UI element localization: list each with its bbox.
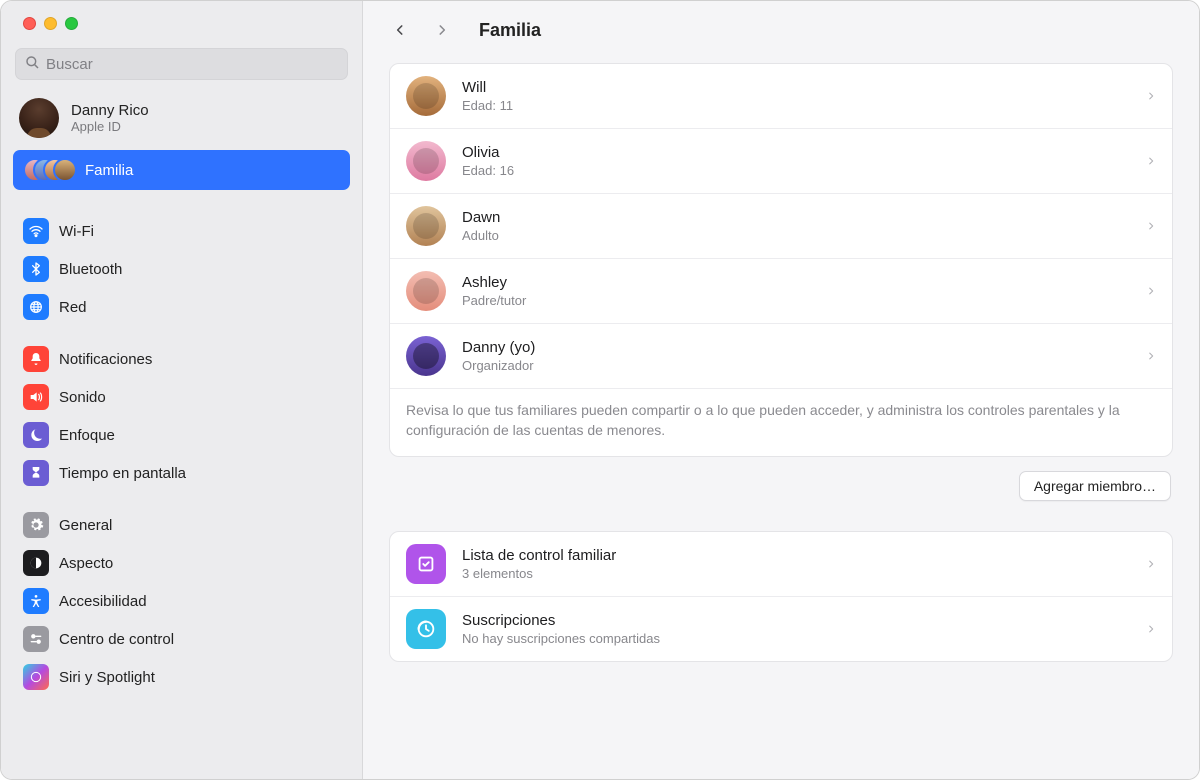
sidebar-item-label: Familia	[85, 162, 133, 179]
member-row-ashley[interactable]: Ashley Padre/tutor	[390, 258, 1172, 323]
sidebar-item-familia[interactable]: Familia	[13, 150, 350, 190]
sidebar-item-centro-control[interactable]: Centro de control	[13, 620, 350, 658]
main-content: Familia Will Edad: 11 Olivia Ed	[363, 1, 1199, 779]
subscriptions-row[interactable]: Suscripciones No hay suscripciones compa…	[390, 596, 1172, 661]
speaker-icon	[23, 384, 49, 410]
sidebar-item-siri[interactable]: Siri y Spotlight	[13, 658, 350, 696]
page-title: Familia	[479, 20, 541, 41]
sidebar-item-tiempo-pantalla[interactable]: Tiempo en pantalla	[13, 454, 350, 492]
sidebar-item-label: Red	[59, 299, 87, 316]
chevron-right-icon	[1146, 88, 1156, 104]
subscriptions-icon	[406, 609, 446, 649]
family-members-panel: Will Edad: 11 Olivia Edad: 16	[389, 63, 1173, 457]
row-sub: No hay suscripciones compartidas	[462, 631, 1130, 646]
member-name: Ashley	[462, 274, 1130, 291]
sidebar-item-red[interactable]: Red	[13, 288, 350, 326]
avatar	[19, 98, 59, 138]
members-footer-text: Revisa lo que tus familiares pueden comp…	[390, 388, 1172, 456]
member-sub: Organizador	[462, 358, 1130, 373]
chevron-right-icon	[1146, 218, 1156, 234]
member-row-dawn[interactable]: Dawn Adulto	[390, 193, 1172, 258]
family-icon	[23, 156, 75, 184]
sidebar-item-notificaciones[interactable]: Notificaciones	[13, 340, 350, 378]
zoom-window-button[interactable]	[65, 17, 78, 30]
bell-icon	[23, 346, 49, 372]
control-center-icon	[23, 626, 49, 652]
wifi-icon	[23, 218, 49, 244]
member-name: Olivia	[462, 144, 1130, 161]
sidebar-item-label: Enfoque	[59, 427, 115, 444]
row-title: Suscripciones	[462, 612, 1130, 629]
siri-icon	[23, 664, 49, 690]
member-name: Dawn	[462, 209, 1130, 226]
back-button[interactable]	[389, 19, 411, 41]
sidebar-item-sonido[interactable]: Sonido	[13, 378, 350, 416]
sidebar-item-general[interactable]: General	[13, 506, 350, 544]
row-title: Lista de control familiar	[462, 547, 1130, 564]
checklist-icon	[406, 544, 446, 584]
close-window-button[interactable]	[23, 17, 36, 30]
hourglass-icon	[23, 460, 49, 486]
avatar	[406, 271, 446, 311]
sidebar-item-label: Notificaciones	[59, 351, 152, 368]
chevron-right-icon	[1146, 153, 1156, 169]
account-sub: Apple ID	[71, 119, 149, 134]
sidebar-item-wifi[interactable]: Wi-Fi	[13, 212, 350, 250]
sidebar-item-label: Siri y Spotlight	[59, 669, 155, 686]
member-row-will[interactable]: Will Edad: 11	[390, 64, 1172, 128]
chevron-right-icon	[1146, 621, 1156, 637]
add-member-button[interactable]: Agregar miembro…	[1019, 471, 1171, 501]
moon-icon	[23, 422, 49, 448]
chevron-right-icon	[1146, 348, 1156, 364]
accessibility-icon	[23, 588, 49, 614]
avatar	[406, 141, 446, 181]
search-input[interactable]	[46, 56, 339, 73]
member-sub: Edad: 11	[462, 98, 1130, 113]
family-extras-panel: Lista de control familiar 3 elementos Su…	[389, 531, 1173, 662]
sidebar-item-enfoque[interactable]: Enfoque	[13, 416, 350, 454]
sidebar-item-label: Bluetooth	[59, 261, 122, 278]
window-controls	[1, 1, 362, 48]
member-name: Danny (yo)	[462, 339, 1130, 356]
forward-button[interactable]	[431, 19, 453, 41]
settings-window: Danny Rico Apple ID Familia Wi-Fi	[0, 0, 1200, 780]
chevron-right-icon	[1146, 283, 1156, 299]
appearance-icon	[23, 550, 49, 576]
toolbar: Familia	[363, 1, 1199, 63]
sidebar-item-label: Aspecto	[59, 555, 113, 572]
family-checklist-row[interactable]: Lista de control familiar 3 elementos	[390, 532, 1172, 596]
member-sub: Adulto	[462, 228, 1130, 243]
sidebar-list: Wi-Fi Bluetooth Red Notificaciones	[1, 208, 362, 700]
sidebar-item-bluetooth[interactable]: Bluetooth	[13, 250, 350, 288]
chevron-right-icon	[1146, 556, 1156, 572]
gear-icon	[23, 512, 49, 538]
sidebar-item-label: Accesibilidad	[59, 593, 147, 610]
member-row-danny[interactable]: Danny (yo) Organizador	[390, 323, 1172, 388]
sidebar-item-label: Tiempo en pantalla	[59, 465, 186, 482]
sidebar-item-label: Centro de control	[59, 631, 174, 648]
sidebar-item-accesibilidad[interactable]: Accesibilidad	[13, 582, 350, 620]
avatar	[406, 206, 446, 246]
search-field[interactable]	[15, 48, 348, 80]
search-icon	[24, 54, 40, 75]
sidebar-item-label: General	[59, 517, 112, 534]
member-name: Will	[462, 79, 1130, 96]
sidebar-item-apple-id[interactable]: Danny Rico Apple ID	[1, 90, 362, 146]
member-sub: Edad: 16	[462, 163, 1130, 178]
row-sub: 3 elementos	[462, 566, 1130, 581]
globe-icon	[23, 294, 49, 320]
avatar	[406, 76, 446, 116]
account-name: Danny Rico	[71, 102, 149, 119]
bluetooth-icon	[23, 256, 49, 282]
avatar	[406, 336, 446, 376]
minimize-window-button[interactable]	[44, 17, 57, 30]
member-sub: Padre/tutor	[462, 293, 1130, 308]
sidebar-item-label: Sonido	[59, 389, 106, 406]
sidebar-item-label: Wi-Fi	[59, 223, 94, 240]
sidebar-item-aspecto[interactable]: Aspecto	[13, 544, 350, 582]
member-row-olivia[interactable]: Olivia Edad: 16	[390, 128, 1172, 193]
sidebar: Danny Rico Apple ID Familia Wi-Fi	[1, 1, 363, 779]
